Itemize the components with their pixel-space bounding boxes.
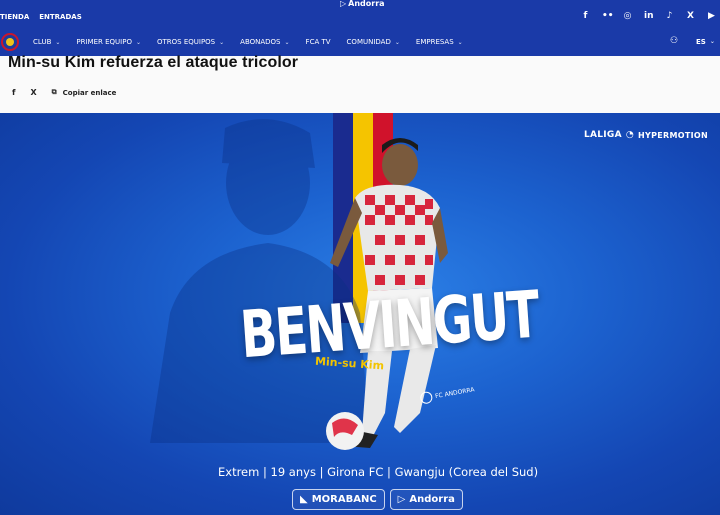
- nav-label: OTROS EQUIPOS: [157, 38, 216, 46]
- nav-menu: CLUB ⌄ PRIMER EQUIPO ⌄ OTROS EQUIPOS ⌄ ABON…: [33, 38, 479, 46]
- chevron-down-icon: ⌄: [135, 38, 141, 46]
- chevron-down-icon: ⌄: [284, 38, 290, 46]
- nav-item-community[interactable]: COMUNIDAD ⌄: [347, 38, 400, 46]
- hypermotion-icon: ◔: [625, 130, 635, 140]
- chevron-down-icon: ⌄: [219, 38, 225, 46]
- andorra-label: Andorra: [409, 494, 455, 505]
- chevron-down-icon: ⌄: [457, 38, 463, 46]
- laliga-hypermotion-logo: LALIGA ◔ HYPERMOTION: [584, 130, 708, 140]
- nav-item-subscribers[interactable]: ABONADOS ⌄: [240, 38, 289, 46]
- utility-links: TIENDA ENTRADAS: [0, 13, 82, 21]
- nav-label: EMPRESAS: [415, 38, 454, 46]
- nav-label: FCA TV: [305, 38, 331, 46]
- club-crest-icon: [419, 390, 434, 405]
- chevron-down-icon: ⌄: [709, 38, 715, 45]
- nav-item-club[interactable]: CLUB ⌄: [33, 38, 60, 46]
- morabanc-icon: ◣: [300, 494, 308, 505]
- shop-link[interactable]: TIENDA: [0, 13, 29, 21]
- league-sub: HYPERMOTION: [638, 130, 708, 140]
- nav-label: CLUB: [33, 38, 52, 46]
- player-info: Extrem | 19 anys | Girona FC | Gwangju (…: [218, 465, 539, 479]
- link-icon: ⧉: [51, 88, 57, 96]
- andorra-badge[interactable]: ▷ Andorra: [389, 489, 463, 510]
- main-navigation: CLUB ⌄ PRIMER EQUIPO ⌄ OTROS EQUIPOS ⌄ ABON…: [0, 33, 720, 56]
- nav-label: COMUNIDAD: [346, 38, 391, 46]
- facebook-icon[interactable]: f: [581, 12, 590, 21]
- nav-item-companies[interactable]: EMPRESAS ⌄: [416, 38, 463, 46]
- share-bar: f X ⧉ Copiar enlace: [12, 88, 116, 97]
- nav-label: ABONADOS: [240, 38, 281, 46]
- x-share-icon[interactable]: X: [30, 88, 36, 97]
- social-links: f •• ◎ in ♪ X ▶: [581, 12, 716, 21]
- language-selector[interactable]: ES ⌄: [696, 38, 715, 46]
- copy-link-button[interactable]: ⧉ Copiar enlace: [52, 88, 117, 97]
- language-code: ES: [696, 38, 706, 46]
- flickr-icon[interactable]: ••: [602, 12, 614, 21]
- morabanc-badge[interactable]: ◣ MORABANC: [292, 489, 385, 510]
- play-icon: ▷: [340, 0, 347, 8]
- club-crest-logo[interactable]: [1, 33, 19, 51]
- x-icon[interactable]: X: [686, 12, 695, 21]
- chevron-down-icon: ⌄: [55, 38, 61, 46]
- nav-label: PRIMER EQUIPO: [76, 38, 132, 46]
- morabanc-label: MORABANC: [311, 494, 377, 505]
- tiktok-icon[interactable]: ♪: [665, 12, 674, 21]
- article-header: Min-su Kim refuerza el ataque tricolor f…: [0, 54, 720, 113]
- sponsor-badges: ◣ MORABANC ▷ Andorra: [292, 489, 463, 510]
- play-icon: ▷: [397, 494, 406, 505]
- linkedin-icon[interactable]: in: [644, 12, 654, 21]
- top-utility-bar: TIENDA ENTRADAS ▷ Andorra f •• ◎ in ♪ X …: [0, 0, 720, 33]
- youtube-icon[interactable]: ▶: [707, 12, 716, 21]
- sponsor-logo[interactable]: ▷ Andorra: [340, 0, 385, 8]
- nav-item-other-teams[interactable]: OTROS EQUIPOS ⌄: [157, 38, 224, 46]
- sponsor-name: Andorra: [348, 0, 385, 8]
- chevron-down-icon: ⌄: [394, 38, 400, 46]
- nav-item-fca-tv[interactable]: FCA TV: [306, 38, 331, 46]
- copy-link-label: Copiar enlace: [62, 88, 117, 97]
- nav-item-first-team[interactable]: PRIMER EQUIPO ⌄: [76, 38, 141, 46]
- tickets-link[interactable]: ENTRADAS: [39, 13, 82, 21]
- league-name: LALIGA: [583, 130, 622, 140]
- facebook-share-icon[interactable]: f: [12, 88, 15, 97]
- article-title: Min-su Kim refuerza el ataque tricolor: [8, 54, 299, 71]
- user-account-icon[interactable]: ⚇: [670, 36, 678, 46]
- instagram-icon[interactable]: ◎: [623, 12, 632, 21]
